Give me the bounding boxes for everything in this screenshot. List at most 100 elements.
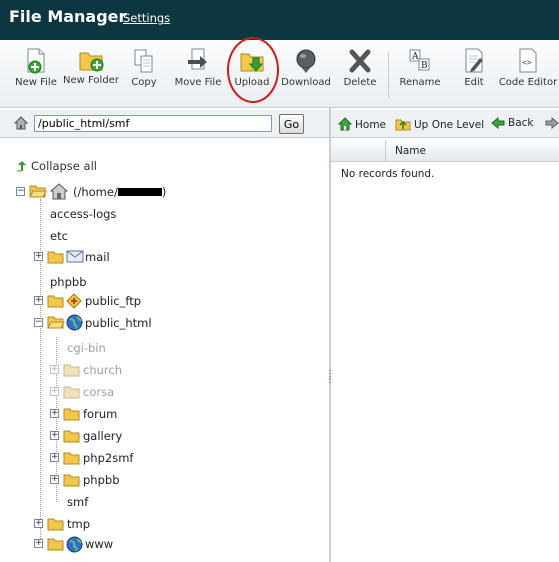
root-path-label: (/home/: [73, 185, 118, 199]
tree-item-label: tmp: [67, 517, 91, 531]
redacted-username: [117, 188, 162, 196]
home-icon: [14, 116, 28, 130]
tree-item-label: access-logs: [50, 207, 117, 221]
edit-icon: [465, 48, 483, 73]
tree-item-gallery[interactable]: + gallery: [50, 427, 150, 445]
expand-toggle[interactable]: +: [34, 296, 43, 305]
folder-icon: [47, 538, 64, 551]
folder-icon: [63, 452, 80, 465]
collapse-arrow-icon: [17, 161, 26, 172]
expand-toggle[interactable]: +: [34, 539, 43, 548]
app-title: File Manager: [9, 7, 127, 26]
path-bar: Go: [0, 110, 330, 138]
code-editor-button[interactable]: <> Code Editor: [498, 48, 558, 88]
expand-toggle[interactable]: +: [34, 252, 43, 261]
tree-item-label: cgi-bin: [67, 341, 106, 355]
expand-toggle[interactable]: +: [50, 409, 59, 418]
path-input[interactable]: [34, 115, 272, 132]
tree-root[interactable]: − (/home/): [16, 183, 216, 201]
folder-icon: [47, 251, 64, 264]
folder-icon: [47, 518, 64, 531]
tree-item-www[interactable]: + www: [34, 535, 154, 553]
new-folder-button[interactable]: New Folder: [61, 48, 121, 86]
tree-item-tmp[interactable]: + tmp: [34, 515, 134, 533]
svg-text:B: B: [421, 61, 428, 71]
envelope-icon: [66, 250, 84, 263]
upload-icon: [240, 53, 264, 72]
code-editor-icon: <>: [519, 48, 537, 73]
copy-button[interactable]: Copy: [114, 48, 174, 88]
toolbar-separator: [388, 52, 389, 98]
tree-item-label: public_ftp: [85, 294, 142, 308]
tree-item-label: phpbb: [83, 473, 120, 487]
forward-button[interactable]: [545, 116, 559, 130]
expand-toggle[interactable]: +: [50, 387, 59, 396]
move-file-button[interactable]: Move File: [168, 48, 228, 88]
home-icon: [337, 117, 353, 131]
tree-item-label: mail: [85, 250, 110, 264]
folder-icon: [63, 474, 80, 487]
tree-item-label: public_html: [85, 316, 152, 330]
edit-button[interactable]: Edit: [444, 48, 504, 88]
tree-item-mail[interactable]: + mail: [34, 248, 154, 266]
collapse-all-label: Collapse all: [31, 159, 97, 173]
download-icon: [296, 49, 316, 73]
toolbar: New File New Folder Copy Move File Uploa…: [0, 40, 559, 108]
tree-item-forum[interactable]: + forum: [50, 405, 150, 423]
tree-item-label: phpbb: [50, 275, 87, 289]
delete-icon: [349, 49, 371, 73]
new-file-label: New File: [15, 77, 57, 88]
rename-button[interactable]: AB Rename: [390, 48, 450, 88]
tree-item-public-ftp[interactable]: + public_ftp: [34, 292, 174, 310]
tree-item-label: etc: [50, 229, 68, 243]
folder-icon: [63, 386, 80, 399]
copy-label: Copy: [131, 77, 157, 88]
globe-icon: [66, 314, 83, 331]
svg-text:A: A: [411, 52, 419, 62]
expand-toggle[interactable]: +: [34, 519, 43, 528]
tree-item-church[interactable]: + church: [50, 361, 150, 379]
select-column-header[interactable]: [331, 140, 386, 162]
home-nav-button[interactable]: Home: [337, 117, 386, 131]
download-button[interactable]: Download: [276, 48, 336, 88]
new-file-icon: [27, 48, 45, 74]
folder-icon: [63, 364, 80, 377]
collapse-all-button[interactable]: Collapse all: [16, 159, 97, 173]
pane-divider[interactable]: [329, 108, 331, 562]
up-one-level-label: Up One Level: [414, 119, 485, 131]
go-button[interactable]: Go: [279, 114, 304, 134]
tree-item-label: gallery: [83, 429, 123, 443]
upload-button[interactable]: Upload: [222, 48, 282, 88]
collapse-toggle[interactable]: −: [34, 318, 43, 327]
delete-button[interactable]: Delete: [330, 48, 390, 88]
collapse-toggle[interactable]: −: [16, 187, 25, 196]
settings-link[interactable]: Settings: [123, 11, 170, 25]
tree-item-phpbb-sub[interactable]: + phpbb: [50, 471, 150, 489]
nav-bar: Home Up One Level Back: [331, 110, 559, 138]
pane-divider-grip[interactable]: [329, 370, 331, 384]
tree-item-php2smf[interactable]: + php2smf: [50, 449, 160, 467]
up-one-level-button[interactable]: Up One Level: [395, 117, 484, 131]
globe-icon: [66, 536, 83, 553]
arrow-left-icon: [491, 116, 505, 130]
move-file-icon: [188, 48, 207, 70]
tree-item-label: forum: [83, 407, 118, 421]
move-file-label: Move File: [174, 77, 222, 88]
expand-toggle[interactable]: +: [50, 475, 59, 484]
expand-toggle[interactable]: +: [50, 431, 59, 440]
edit-label: Edit: [464, 77, 484, 88]
svg-text:<>: <>: [522, 58, 532, 67]
back-button[interactable]: Back: [491, 116, 534, 130]
new-file-button[interactable]: New File: [6, 48, 66, 88]
tree-item-corsa[interactable]: + corsa: [50, 383, 150, 401]
app-header: File Manager Settings: [0, 0, 559, 40]
expand-toggle[interactable]: +: [50, 365, 59, 374]
arrow-right-icon: [545, 116, 559, 130]
folder-icon: [63, 430, 80, 443]
tree-item-public-html[interactable]: − public_html: [34, 314, 174, 332]
file-list-header: Name: [331, 140, 559, 162]
expand-toggle[interactable]: +: [50, 453, 59, 462]
folder-icon: [47, 295, 64, 308]
name-column-header[interactable]: Name: [395, 145, 426, 157]
rename-label: Rename: [399, 77, 441, 88]
